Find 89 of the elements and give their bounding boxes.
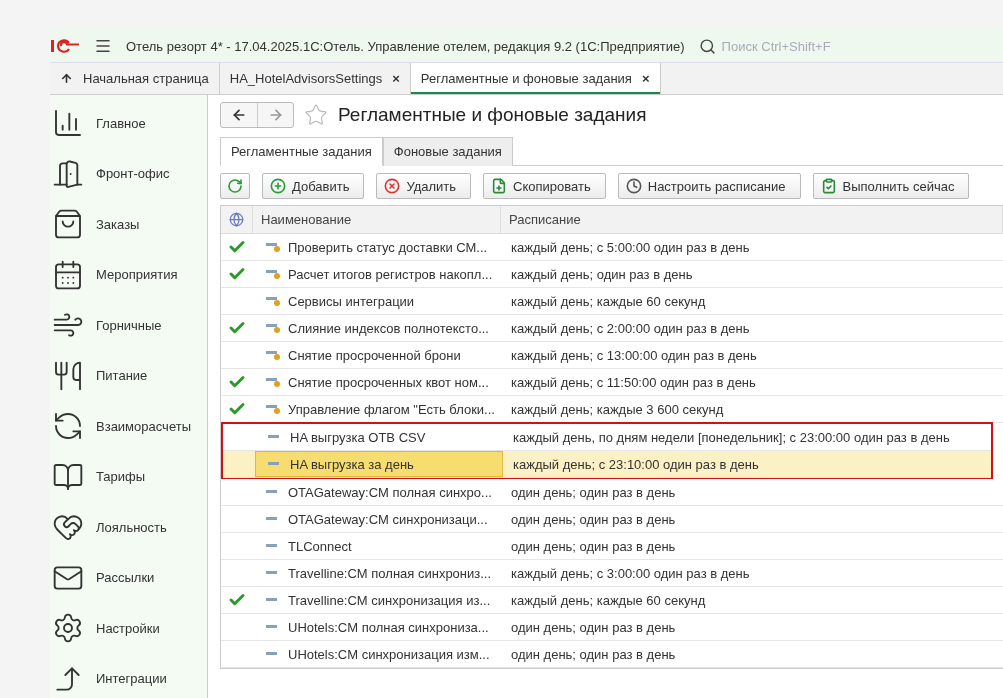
sidebar-item[interactable]: Взаиморасчеты: [96, 418, 191, 434]
sidebar-item[interactable]: Заказы: [96, 216, 140, 232]
arrow-up-icon: [60, 72, 73, 85]
table-cell: TLConnect: [253, 533, 501, 559]
delete-icon: [384, 178, 401, 194]
tab[interactable]: Фоновые задания: [382, 137, 513, 166]
toolbar-button[interactable]: Скопировать: [483, 173, 606, 199]
job-predefined-icon: [266, 296, 280, 306]
search-icon: [698, 37, 716, 55]
sidebar-item[interactable]: Лояльность: [96, 519, 167, 535]
table-row[interactable]: OTAGateway:CM полная синхро... один день; один раз в день: [221, 479, 1003, 506]
table-cell-text: каждый день; каждые 60 секунд: [510, 293, 707, 309]
table-cell-text: каждый день; с 13:00:00 один раз в день: [510, 347, 758, 363]
sidebar-item[interactable]: Тарифы: [96, 469, 146, 485]
door-icon: [52, 157, 84, 190]
table-cell-text: каждый день, по дням недели [понедельник]; с 23:00:00 один раз в день: [512, 429, 951, 445]
shopping-bag-icon: [52, 208, 84, 241]
copy-icon: [491, 178, 508, 194]
table-cell: Travelline:CM полная синхрониз...: [253, 560, 501, 586]
table-cell: HA выгрузка OTB CSV: [255, 424, 503, 450]
table-cell-text: один день; один раз в день: [510, 538, 677, 554]
table-cell-text: каждый день; с 5:00:00 один раз в день: [510, 239, 751, 255]
table-cell: Сервисы интеграции: [253, 288, 501, 314]
table-cell: Слияние индексов полнотексто...: [253, 315, 501, 341]
menu-icon[interactable]: [94, 37, 112, 55]
calendar-icon: [52, 258, 84, 291]
sidebar-item[interactable]: Фронт-офис: [96, 166, 170, 182]
table-cell-text: один день; один раз в день: [510, 484, 677, 500]
job-predefined-icon: [266, 242, 280, 252]
tab[interactable]: Регламентные и фоновые задания ×: [410, 63, 661, 94]
table-cell: OTAGateway:CM полная синхро...: [253, 479, 501, 505]
sidebar-item[interactable]: Горничные: [96, 317, 162, 333]
table-cell: Расчет итогов регистров накопл...: [253, 261, 501, 287]
refresh-button[interactable]: [220, 173, 250, 199]
window-title: Отель резорт 4* - 17.04.2025.1С:Отель. Управление отелем, редакция 9.2 (1С:Предприятие): [126, 38, 685, 54]
toolbar-button[interactable]: Добавить: [262, 173, 365, 199]
table-cell: HA выгрузка за день: [255, 451, 503, 477]
table-cell: Снятие просроченной брони: [253, 342, 501, 368]
table-cell-text: каждый день; каждые 3 600 секунд: [510, 401, 725, 417]
sidebar-item[interactable]: Рассылки: [96, 570, 155, 586]
toolbar-button[interactable]: Удалить: [376, 173, 472, 199]
column-header[interactable]: Расписание: [509, 212, 581, 227]
table-cell: UHotels:CM синхронизация изм...: [253, 641, 501, 667]
sidebar-item[interactable]: Настройки: [96, 620, 160, 636]
search-field[interactable]: Поиск Ctrl+Shift+F: [698, 37, 864, 55]
sidebar-item[interactable]: Мероприятия: [96, 267, 178, 283]
utensils-icon: [52, 359, 84, 392]
table-cell-text: каждый день; с 2:00:00 один раз в день: [510, 320, 751, 336]
tab[interactable]: HA_HotelAdvisorsSettings ×: [219, 63, 411, 94]
close-icon[interactable]: ×: [392, 71, 400, 86]
table-cell: Travelline:CM синхронизация из...: [253, 587, 501, 613]
table-cell-text: один день; один раз в день: [510, 619, 677, 635]
table-cell: Проверить статус доставки СМ...: [253, 234, 501, 260]
table-cell: UHotels:CM полная синхрониза...: [253, 614, 501, 640]
column-header[interactable]: Наименование: [261, 212, 352, 227]
close-icon[interactable]: ×: [641, 71, 650, 86]
table-row[interactable]: HA выгрузка за день каждый день; с 23:10:00 один раз в день: [223, 451, 991, 478]
tab[interactable]: Начальная страница: [50, 63, 220, 94]
job-predefined-icon: [266, 323, 280, 333]
table-cell: Управление флагом "Есть блоки...: [253, 396, 501, 422]
sidebar-item[interactable]: Интеграции: [96, 671, 167, 687]
table-cell-text: один день; один раз в день: [510, 511, 677, 527]
globe-icon: [229, 212, 244, 227]
logo-icon: [50, 38, 80, 54]
clipboard-icon: [820, 178, 837, 194]
table-cell-text: каждый день; с 11:50:00 один раз в день: [510, 374, 757, 390]
sidebar-item[interactable]: Питание: [96, 368, 148, 384]
table-cell-text: один день; один раз в день: [510, 646, 677, 662]
table-cell-text: каждый день; с 23:10:00 один раз в день: [512, 456, 760, 472]
back-icon: [231, 107, 247, 123]
clock-icon: [625, 178, 642, 194]
settings-icon: [52, 612, 84, 645]
job-predefined-icon: [266, 350, 280, 360]
table-cell: Снятие просроченных квот ном...: [253, 369, 501, 395]
table-cell: OTAGateway:CM синхронизаци...: [253, 506, 501, 532]
job-predefined-icon: [266, 377, 280, 387]
star-icon[interactable]: [304, 103, 328, 127]
refresh-icon: [227, 178, 243, 194]
plus-circle-icon: [270, 178, 286, 194]
sidebar-item[interactable]: Главное: [96, 115, 146, 131]
page-title: Регламентные и фоновые задания: [338, 104, 647, 126]
table-cell-text: каждый день; с 3:00:00 один раз в день: [510, 565, 751, 581]
toolbar-button[interactable]: Настроить расписание: [617, 173, 801, 199]
tab[interactable]: Регламентные задания: [220, 137, 383, 166]
job-predefined-icon: [266, 404, 280, 414]
table-cell-text: каждый день; один раз в день: [510, 266, 694, 282]
table-cell-text: каждый день; каждые 60 секунд: [510, 592, 707, 608]
toolbar-button[interactable]: Выполнить сейчас: [812, 173, 970, 199]
job-predefined-icon: [266, 269, 280, 279]
